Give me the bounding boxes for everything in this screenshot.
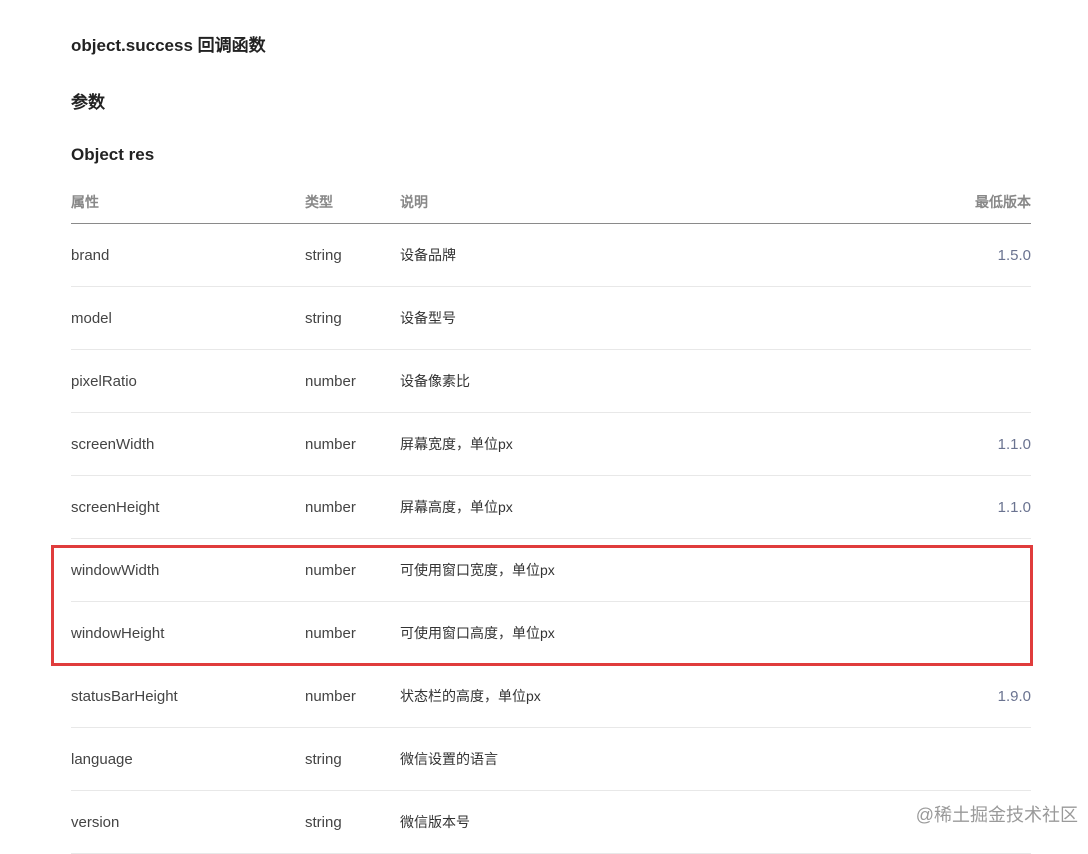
- cell-type: number: [305, 664, 400, 728]
- table-row: windowWidth number 可使用窗口宽度，单位px: [71, 538, 1031, 602]
- table-row: screenHeight number 屏幕高度，单位px 1.1.0: [71, 475, 1031, 539]
- cell-description: 微信设置的语言: [400, 727, 931, 791]
- cell-type: string: [305, 790, 400, 854]
- cell-min-version: [931, 286, 1031, 350]
- cell-type: string: [305, 286, 400, 350]
- cell-description: 屏幕宽度，单位px: [400, 412, 931, 476]
- cell-description: 设备品牌: [400, 223, 931, 287]
- cell-min-version: 1.1.0: [931, 475, 1031, 539]
- cell-min-version: 1.5.0: [931, 223, 1031, 287]
- cell-description: 屏幕高度，单位px: [400, 475, 931, 539]
- table-row: model string 设备型号: [71, 286, 1031, 350]
- cell-type: string: [305, 223, 400, 287]
- cell-property: pixelRatio: [71, 349, 305, 413]
- table-row: screenWidth number 屏幕宽度，单位px 1.1.0: [71, 412, 1031, 476]
- header-min-version: 最低版本: [931, 180, 1031, 224]
- cell-description: 微信版本号: [400, 790, 931, 854]
- header-type: 类型: [305, 180, 400, 224]
- header-description: 说明: [400, 180, 931, 224]
- cell-type: number: [305, 601, 400, 665]
- cell-property: windowWidth: [71, 538, 305, 602]
- cell-type: string: [305, 727, 400, 791]
- cell-description: 可使用窗口高度，单位px: [400, 601, 931, 665]
- cell-description: 设备型号: [400, 286, 931, 350]
- cell-property: brand: [71, 223, 305, 287]
- cell-description: 设备像素比: [400, 349, 931, 413]
- cell-type: number: [305, 412, 400, 476]
- table-row: language string 微信设置的语言: [71, 727, 1031, 791]
- header-property: 属性: [71, 180, 305, 224]
- cell-type: number: [305, 349, 400, 413]
- callback-heading: object.success 回调函数: [71, 36, 266, 55]
- cell-property: windowHeight: [71, 601, 305, 665]
- cell-min-version: [931, 727, 1031, 791]
- properties-table: 属性 类型 说明 最低版本 brand string 设备品牌 1.5.0 mo…: [71, 180, 1031, 854]
- table-header-row: 属性 类型 说明 最低版本: [71, 180, 1031, 224]
- cell-description: 状态栏的高度，单位px: [400, 664, 931, 728]
- cell-min-version: [931, 349, 1031, 413]
- cell-type: number: [305, 475, 400, 539]
- cell-property: screenWidth: [71, 412, 305, 476]
- cell-type: number: [305, 538, 400, 602]
- site-watermark: @稀土掘金技术社区: [913, 801, 1080, 827]
- cell-property: language: [71, 727, 305, 791]
- table-row: pixelRatio number 设备像素比: [71, 349, 1031, 413]
- cell-min-version: [931, 538, 1031, 602]
- cell-property: screenHeight: [71, 475, 305, 539]
- cell-description: 可使用窗口宽度，单位px: [400, 538, 931, 602]
- object-res-heading: Object res: [71, 145, 155, 164]
- table-row: version string 微信版本号: [71, 790, 1031, 854]
- cell-property: version: [71, 790, 305, 854]
- cell-min-version: 1.9.0: [931, 664, 1031, 728]
- cell-property: statusBarHeight: [71, 664, 305, 728]
- cell-min-version: 1.1.0: [931, 412, 1031, 476]
- table-row: brand string 设备品牌 1.5.0: [71, 223, 1031, 287]
- cell-property: model: [71, 286, 305, 350]
- params-heading: 参数: [71, 93, 105, 112]
- table-row: windowHeight number 可使用窗口高度，单位px: [71, 601, 1031, 665]
- cell-min-version: [931, 601, 1031, 665]
- table-row: statusBarHeight number 状态栏的高度，单位px 1.9.0: [71, 664, 1031, 728]
